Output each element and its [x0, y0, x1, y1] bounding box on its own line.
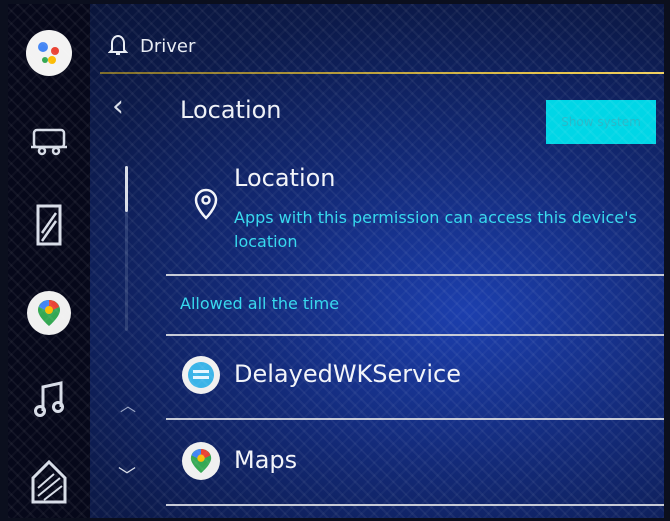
- music-button[interactable]: [24, 374, 74, 424]
- left-rail: [8, 4, 90, 518]
- scrollbar-thumb[interactable]: [125, 166, 128, 212]
- permission-description: Apps with this permission can access thi…: [234, 208, 637, 251]
- home-button[interactable]: [24, 456, 74, 506]
- trailer-button[interactable]: [24, 116, 74, 166]
- app-name: Maps: [234, 446, 298, 474]
- divider: [166, 334, 664, 336]
- assistant-icon: [26, 30, 72, 76]
- globe-icon: [182, 356, 220, 394]
- header-divider: [100, 72, 664, 74]
- maps-icon: [182, 442, 220, 480]
- profile-label[interactable]: Driver: [140, 36, 195, 57]
- bell-icon[interactable]: [108, 34, 128, 56]
- window-button[interactable]: [24, 200, 74, 250]
- location-pin-icon: [194, 188, 218, 220]
- assistant-button[interactable]: [24, 28, 74, 78]
- permission-header: Location Apps with this permission can a…: [180, 164, 664, 272]
- window-icon: [36, 204, 62, 246]
- scroll-up-button[interactable]: ︿: [120, 392, 136, 416]
- app-name: DelayedWKService: [234, 360, 461, 388]
- divider: [166, 418, 664, 420]
- show-system-button[interactable]: Show system: [546, 100, 656, 144]
- screen: Driver ‹ Location Show system ︿ ﹀ Locati…: [8, 4, 664, 518]
- section-label: Allowed all the time: [180, 294, 340, 313]
- maps-icon: [27, 291, 71, 335]
- maps-rail-button[interactable]: [24, 288, 74, 338]
- back-button[interactable]: ‹: [112, 92, 124, 122]
- scroll-down-button[interactable]: ﹀: [118, 462, 136, 488]
- music-icon: [34, 381, 64, 417]
- page-title: Location: [180, 96, 282, 124]
- divider: [166, 504, 664, 506]
- home-icon: [31, 459, 67, 504]
- app-row-maps[interactable]: Maps: [168, 428, 664, 500]
- top-bar: Driver: [90, 4, 664, 72]
- permission-title: Location: [234, 164, 336, 192]
- app-row-delayedwkservice[interactable]: DelayedWKService: [168, 342, 664, 414]
- divider: [166, 274, 664, 276]
- trailer-icon: [31, 128, 67, 156]
